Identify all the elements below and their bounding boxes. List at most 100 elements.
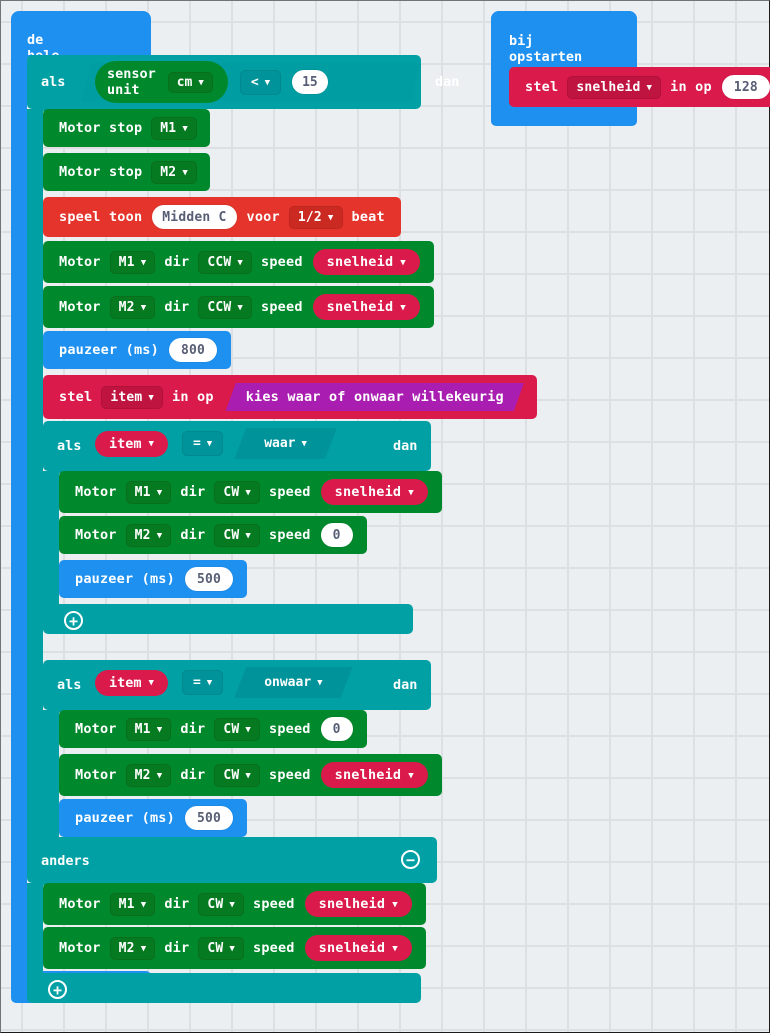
motor-run-block-m2-cw[interactable]: Motor M2 ▼ dir CW ▼ speed snelheid ▼ (59, 754, 442, 796)
motor-port-dropdown[interactable]: M1 ▼ (109, 892, 156, 916)
chevron-down-icon: ▼ (206, 439, 213, 449)
motor-direction-dropdown[interactable]: CW ▼ (214, 523, 260, 547)
motor-label: Motor (75, 484, 117, 500)
then-label: dan (435, 74, 460, 90)
pause-value-field[interactable]: 500 (184, 567, 234, 591)
motor-port-dropdown-m1[interactable]: M1 ▼ (151, 116, 197, 140)
motor-run-block-m1-cw[interactable]: Motor M1 ▼ dir CW ▼ speed snelheid ▼ (59, 471, 442, 513)
variable-reporter-snelheid[interactable]: snelheid ▼ (304, 935, 412, 961)
nested-if-foot-true (43, 604, 413, 634)
pause-block-800[interactable]: pauzeer (ms) 800 (43, 331, 232, 369)
motor-port-dropdown[interactable]: M2 ▼ (125, 523, 172, 547)
block-notch (73, 710, 95, 715)
speed-label: speed (253, 896, 295, 912)
block-notch (57, 109, 79, 114)
motor-run-block-m2-ccw[interactable]: Motor M2 ▼ dir CCW ▼ speed snelheid ▼ (43, 286, 434, 328)
variable-reporter-snelheid[interactable]: snelheid ▼ (320, 479, 428, 505)
motor-port-dropdown-m2[interactable]: M2 ▼ (151, 160, 197, 184)
set-value-field[interactable]: 128 (721, 75, 770, 99)
unit-dropdown[interactable]: cm ▼ (167, 71, 213, 93)
boolean-dropdown-false[interactable]: onwaar ▼ (254, 673, 332, 692)
block-notch (523, 67, 545, 72)
plus-icon[interactable]: + (64, 611, 83, 630)
motor-port-label: M1 (118, 254, 135, 270)
then-label: dan (393, 438, 418, 454)
chevron-down-icon: ▼ (408, 487, 414, 498)
random-boolean-reporter[interactable]: kies waar of onwaar willekeurig (226, 383, 524, 411)
block-notch (73, 799, 95, 804)
motor-port-dropdown[interactable]: M1 ▼ (125, 717, 172, 741)
boolean-value-hex-true[interactable]: waar ▼ (234, 428, 337, 459)
chevron-down-icon: ▼ (245, 487, 251, 498)
if-condition-group[interactable]: sensor unit cm ▼ < ▼ 15 (81, 61, 332, 103)
variable-reporter-snelheid[interactable]: snelheid ▼ (312, 249, 420, 275)
else-body-spine (27, 883, 43, 983)
chevron-down-icon: ▼ (182, 167, 188, 178)
speed-value-field[interactable]: 0 (320, 523, 353, 547)
motor-port-dropdown[interactable]: M2 ▼ (109, 936, 156, 960)
motor-port-dropdown[interactable]: M1 ▼ (109, 250, 156, 274)
variable-dropdown-item[interactable]: item ▼ (101, 385, 164, 409)
comparison-operator-label: < (250, 74, 259, 90)
chevron-down-icon: ▼ (392, 899, 398, 910)
variable-reporter-item[interactable]: item ▼ (95, 430, 168, 457)
beat-duration-dropdown[interactable]: 1/2 ▼ (288, 205, 343, 229)
threshold-value-field[interactable]: 15 (292, 70, 328, 94)
pause-block-500[interactable]: pauzeer (ms) 500 (59, 560, 248, 598)
variable-reporter-snelheid[interactable]: snelheid ▼ (312, 294, 420, 320)
set-variable-block-snelheid[interactable]: stel snelheid ▼ in op 128 (509, 67, 770, 107)
boolean-value-hex-false[interactable]: onwaar ▼ (234, 667, 352, 698)
comparison-operator-dropdown[interactable]: < ▼ (239, 69, 282, 95)
boolean-dropdown-label: waar (264, 436, 296, 451)
motor-direction-dropdown[interactable]: CW ▼ (214, 480, 260, 504)
chevron-down-icon: ▼ (317, 678, 323, 688)
motor-direction-dropdown[interactable]: CCW ▼ (198, 295, 253, 319)
motor-label: Motor (59, 940, 101, 956)
motor-stop-block-m2[interactable]: Motor stop M2 ▼ (43, 153, 210, 191)
set-variable-block-item[interactable]: stel item ▼ in op kies waar of onwaar wi… (43, 375, 537, 419)
motor-port-dropdown[interactable]: M1 ▼ (125, 480, 172, 504)
blockly-workspace[interactable]: bij opstarten stel snelheid ▼ in op 128 … (0, 0, 770, 1033)
boolean-dropdown-true[interactable]: waar ▼ (254, 434, 317, 453)
motor-run-block-else-m2[interactable]: Motor M2 ▼ dir CW ▼ speed snelheid ▼ (43, 927, 426, 969)
nested-condition-group-false[interactable]: item ▼ = ▼ onwaar ▼ (91, 667, 356, 698)
variable-dropdown-snelheid[interactable]: snelheid ▼ (567, 75, 662, 99)
motor-direction-dropdown[interactable]: CW ▼ (214, 717, 260, 741)
pause-value-field[interactable]: 800 (168, 338, 218, 362)
speed-value-field[interactable]: 0 (320, 717, 353, 741)
motor-run-block-m1-cw-zero[interactable]: Motor M1 ▼ dir CW ▼ speed 0 (59, 710, 367, 748)
chevron-down-icon: ▼ (198, 77, 204, 88)
note-field[interactable]: Midden C (152, 205, 237, 229)
block-notch (57, 286, 79, 291)
plus-icon[interactable]: + (48, 980, 67, 999)
motor-direction-dropdown[interactable]: CW ▼ (198, 936, 244, 960)
dir-label: dir (164, 940, 190, 956)
motor-stop-block-m1[interactable]: Motor stop M1 ▼ (43, 109, 210, 147)
motor-direction-dropdown[interactable]: CCW ▼ (198, 250, 253, 274)
equals-operator-dropdown[interactable]: = ▼ (181, 431, 224, 456)
set-middle-label: in op (172, 389, 214, 405)
equals-operator-dropdown[interactable]: = ▼ (181, 670, 224, 695)
motor-direction-label: CW (223, 721, 240, 737)
motor-port-dropdown[interactable]: M2 ▼ (125, 763, 172, 787)
motor-port-dropdown[interactable]: M2 ▼ (109, 295, 156, 319)
chevron-down-icon: ▼ (156, 724, 163, 735)
motor-direction-dropdown[interactable]: CW ▼ (214, 763, 260, 787)
motor-run-block-m2-cw-zero[interactable]: Motor M2 ▼ dir CW ▼ speed 0 (59, 516, 367, 554)
motor-label: Motor (59, 896, 101, 912)
nested-condition-group-true[interactable]: item ▼ = ▼ waar ▼ (91, 428, 340, 459)
variable-reporter-snelheid[interactable]: snelheid ▼ (320, 762, 428, 788)
motor-run-block-else-m1[interactable]: Motor M1 ▼ dir CW ▼ speed snelheid ▼ (43, 883, 426, 925)
variable-reporter-snelheid[interactable]: snelheid ▼ (304, 891, 412, 917)
play-tone-middle-label: voor (246, 209, 280, 225)
motor-run-block-m1-ccw[interactable]: Motor M1 ▼ dir CCW ▼ speed snelheid ▼ (43, 241, 434, 283)
pause-block-500[interactable]: pauzeer (ms) 500 (59, 799, 248, 837)
minus-icon[interactable]: − (401, 850, 420, 869)
sensor-unit-reporter[interactable]: sensor unit cm ▼ (95, 61, 228, 103)
pause-value-field[interactable]: 500 (184, 806, 234, 830)
variable-reporter-item[interactable]: item ▼ (95, 669, 168, 696)
motor-direction-dropdown[interactable]: CW ▼ (198, 892, 244, 916)
play-tone-block[interactable]: speel toon Midden C voor 1/2 ▼ beat (43, 197, 401, 237)
dir-label: dir (180, 527, 206, 543)
dir-label: dir (180, 484, 206, 500)
